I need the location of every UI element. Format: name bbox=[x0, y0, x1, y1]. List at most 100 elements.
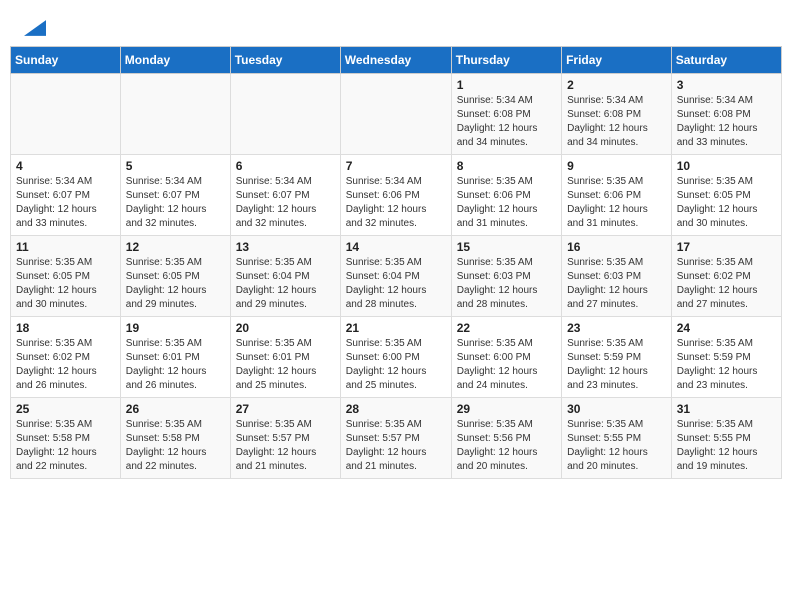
day-number: 5 bbox=[126, 159, 225, 173]
day-number: 9 bbox=[567, 159, 666, 173]
day-detail: Sunrise: 5:35 AMSunset: 6:06 PMDaylight:… bbox=[457, 175, 556, 231]
calendar-cell: 23 Sunrise: 5:35 AMSunset: 5:59 PMDaylig… bbox=[562, 316, 672, 397]
day-detail: Sunrise: 5:34 AMSunset: 6:08 PMDaylight:… bbox=[567, 94, 666, 150]
calendar-cell: 28 Sunrise: 5:35 AMSunset: 5:57 PMDaylig… bbox=[340, 397, 451, 478]
day-number: 23 bbox=[567, 321, 666, 335]
day-detail: Sunrise: 5:34 AMSunset: 6:06 PMDaylight:… bbox=[346, 175, 446, 231]
day-number: 31 bbox=[677, 402, 776, 416]
calendar-cell: 31 Sunrise: 5:35 AMSunset: 5:55 PMDaylig… bbox=[671, 397, 781, 478]
day-number: 1 bbox=[457, 78, 556, 92]
day-number: 25 bbox=[16, 402, 115, 416]
calendar-cell: 5 Sunrise: 5:34 AMSunset: 6:07 PMDayligh… bbox=[120, 154, 230, 235]
day-number: 10 bbox=[677, 159, 776, 173]
weekday-header: Saturday bbox=[671, 46, 781, 73]
day-detail: Sunrise: 5:35 AMSunset: 5:57 PMDaylight:… bbox=[236, 418, 335, 474]
day-number: 2 bbox=[567, 78, 666, 92]
day-detail: Sunrise: 5:35 AMSunset: 6:01 PMDaylight:… bbox=[126, 337, 225, 393]
calendar-cell: 4 Sunrise: 5:34 AMSunset: 6:07 PMDayligh… bbox=[11, 154, 121, 235]
day-detail: Sunrise: 5:35 AMSunset: 6:04 PMDaylight:… bbox=[236, 256, 335, 312]
logo-text bbox=[22, 18, 46, 38]
day-detail: Sunrise: 5:35 AMSunset: 6:00 PMDaylight:… bbox=[457, 337, 556, 393]
calendar-cell: 25 Sunrise: 5:35 AMSunset: 5:58 PMDaylig… bbox=[11, 397, 121, 478]
day-detail: Sunrise: 5:35 AMSunset: 6:04 PMDaylight:… bbox=[346, 256, 446, 312]
calendar-cell: 10 Sunrise: 5:35 AMSunset: 6:05 PMDaylig… bbox=[671, 154, 781, 235]
calendar-cell: 19 Sunrise: 5:35 AMSunset: 6:01 PMDaylig… bbox=[120, 316, 230, 397]
calendar-cell: 30 Sunrise: 5:35 AMSunset: 5:55 PMDaylig… bbox=[562, 397, 672, 478]
day-detail: Sunrise: 5:35 AMSunset: 5:59 PMDaylight:… bbox=[677, 337, 776, 393]
calendar-cell: 24 Sunrise: 5:35 AMSunset: 5:59 PMDaylig… bbox=[671, 316, 781, 397]
day-detail: Sunrise: 5:35 AMSunset: 5:59 PMDaylight:… bbox=[567, 337, 666, 393]
calendar-cell: 22 Sunrise: 5:35 AMSunset: 6:00 PMDaylig… bbox=[451, 316, 561, 397]
calendar-cell: 3 Sunrise: 5:34 AMSunset: 6:08 PMDayligh… bbox=[671, 73, 781, 154]
calendar-cell bbox=[11, 73, 121, 154]
day-number: 15 bbox=[457, 240, 556, 254]
day-detail: Sunrise: 5:34 AMSunset: 6:07 PMDaylight:… bbox=[236, 175, 335, 231]
day-number: 14 bbox=[346, 240, 446, 254]
calendar-cell: 11 Sunrise: 5:35 AMSunset: 6:05 PMDaylig… bbox=[11, 235, 121, 316]
day-number: 26 bbox=[126, 402, 225, 416]
day-number: 30 bbox=[567, 402, 666, 416]
day-number: 8 bbox=[457, 159, 556, 173]
day-detail: Sunrise: 5:35 AMSunset: 6:02 PMDaylight:… bbox=[16, 337, 115, 393]
calendar-week-row: 25 Sunrise: 5:35 AMSunset: 5:58 PMDaylig… bbox=[11, 397, 782, 478]
calendar-cell: 20 Sunrise: 5:35 AMSunset: 6:01 PMDaylig… bbox=[230, 316, 340, 397]
day-detail: Sunrise: 5:35 AMSunset: 6:05 PMDaylight:… bbox=[16, 256, 115, 312]
day-detail: Sunrise: 5:35 AMSunset: 5:55 PMDaylight:… bbox=[677, 418, 776, 474]
calendar-table: SundayMondayTuesdayWednesdayThursdayFrid… bbox=[10, 46, 782, 479]
day-number: 22 bbox=[457, 321, 556, 335]
day-number: 13 bbox=[236, 240, 335, 254]
day-detail: Sunrise: 5:35 AMSunset: 6:01 PMDaylight:… bbox=[236, 337, 335, 393]
day-detail: Sunrise: 5:34 AMSunset: 6:08 PMDaylight:… bbox=[457, 94, 556, 150]
calendar-cell bbox=[340, 73, 451, 154]
calendar-cell: 21 Sunrise: 5:35 AMSunset: 6:00 PMDaylig… bbox=[340, 316, 451, 397]
day-number: 19 bbox=[126, 321, 225, 335]
day-detail: Sunrise: 5:35 AMSunset: 5:58 PMDaylight:… bbox=[126, 418, 225, 474]
day-number: 17 bbox=[677, 240, 776, 254]
day-number: 6 bbox=[236, 159, 335, 173]
day-number: 20 bbox=[236, 321, 335, 335]
calendar-cell: 29 Sunrise: 5:35 AMSunset: 5:56 PMDaylig… bbox=[451, 397, 561, 478]
calendar-cell: 7 Sunrise: 5:34 AMSunset: 6:06 PMDayligh… bbox=[340, 154, 451, 235]
header-row: SundayMondayTuesdayWednesdayThursdayFrid… bbox=[11, 46, 782, 73]
calendar-cell: 1 Sunrise: 5:34 AMSunset: 6:08 PMDayligh… bbox=[451, 73, 561, 154]
day-number: 4 bbox=[16, 159, 115, 173]
calendar-week-row: 18 Sunrise: 5:35 AMSunset: 6:02 PMDaylig… bbox=[11, 316, 782, 397]
day-number: 3 bbox=[677, 78, 776, 92]
logo-triangle-icon bbox=[24, 20, 46, 36]
calendar-cell: 8 Sunrise: 5:35 AMSunset: 6:06 PMDayligh… bbox=[451, 154, 561, 235]
logo bbox=[22, 18, 46, 38]
day-number: 24 bbox=[677, 321, 776, 335]
day-number: 27 bbox=[236, 402, 335, 416]
day-number: 16 bbox=[567, 240, 666, 254]
day-detail: Sunrise: 5:35 AMSunset: 6:05 PMDaylight:… bbox=[677, 175, 776, 231]
calendar-cell bbox=[230, 73, 340, 154]
calendar-cell bbox=[120, 73, 230, 154]
day-detail: Sunrise: 5:34 AMSunset: 6:08 PMDaylight:… bbox=[677, 94, 776, 150]
calendar-cell: 16 Sunrise: 5:35 AMSunset: 6:03 PMDaylig… bbox=[562, 235, 672, 316]
calendar-cell: 15 Sunrise: 5:35 AMSunset: 6:03 PMDaylig… bbox=[451, 235, 561, 316]
calendar-week-row: 1 Sunrise: 5:34 AMSunset: 6:08 PMDayligh… bbox=[11, 73, 782, 154]
day-number: 11 bbox=[16, 240, 115, 254]
day-detail: Sunrise: 5:35 AMSunset: 5:55 PMDaylight:… bbox=[567, 418, 666, 474]
day-detail: Sunrise: 5:35 AMSunset: 6:03 PMDaylight:… bbox=[567, 256, 666, 312]
day-detail: Sunrise: 5:35 AMSunset: 6:02 PMDaylight:… bbox=[677, 256, 776, 312]
page-header bbox=[10, 10, 782, 42]
weekday-header: Tuesday bbox=[230, 46, 340, 73]
calendar-cell: 27 Sunrise: 5:35 AMSunset: 5:57 PMDaylig… bbox=[230, 397, 340, 478]
calendar-cell: 12 Sunrise: 5:35 AMSunset: 6:05 PMDaylig… bbox=[120, 235, 230, 316]
day-detail: Sunrise: 5:35 AMSunset: 6:06 PMDaylight:… bbox=[567, 175, 666, 231]
calendar-cell: 13 Sunrise: 5:35 AMSunset: 6:04 PMDaylig… bbox=[230, 235, 340, 316]
weekday-header: Friday bbox=[562, 46, 672, 73]
weekday-header: Monday bbox=[120, 46, 230, 73]
day-number: 29 bbox=[457, 402, 556, 416]
calendar-cell: 14 Sunrise: 5:35 AMSunset: 6:04 PMDaylig… bbox=[340, 235, 451, 316]
day-detail: Sunrise: 5:34 AMSunset: 6:07 PMDaylight:… bbox=[16, 175, 115, 231]
day-detail: Sunrise: 5:35 AMSunset: 5:58 PMDaylight:… bbox=[16, 418, 115, 474]
calendar-cell: 26 Sunrise: 5:35 AMSunset: 5:58 PMDaylig… bbox=[120, 397, 230, 478]
weekday-header: Sunday bbox=[11, 46, 121, 73]
calendar-cell: 2 Sunrise: 5:34 AMSunset: 6:08 PMDayligh… bbox=[562, 73, 672, 154]
day-number: 18 bbox=[16, 321, 115, 335]
calendar-week-row: 11 Sunrise: 5:35 AMSunset: 6:05 PMDaylig… bbox=[11, 235, 782, 316]
weekday-header: Thursday bbox=[451, 46, 561, 73]
day-detail: Sunrise: 5:35 AMSunset: 5:56 PMDaylight:… bbox=[457, 418, 556, 474]
